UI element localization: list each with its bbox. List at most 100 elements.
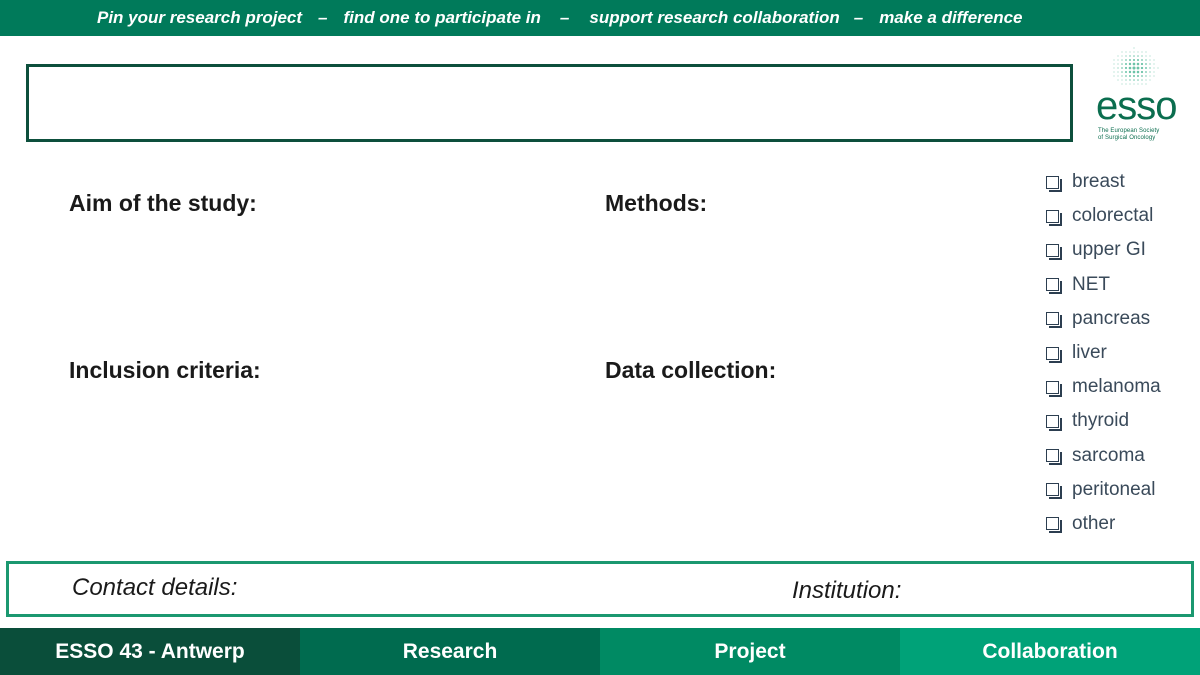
checklist-item[interactable]: sarcoma (1046, 439, 1161, 473)
logo-dot (1145, 75, 1147, 77)
logo-dot (1121, 79, 1123, 81)
checklist-item[interactable]: peritoneal (1046, 473, 1161, 507)
logo-dot (1149, 71, 1151, 73)
logo-dot (1141, 79, 1143, 81)
checkbox-icon[interactable] (1046, 278, 1062, 295)
logo-dot (1121, 75, 1123, 77)
logo-dot (1113, 71, 1115, 73)
logo-dot (1140, 66, 1144, 70)
checklist-item[interactable]: melanoma (1046, 370, 1161, 404)
checklist-item[interactable]: upper GI (1046, 233, 1161, 267)
checkbox-icon[interactable] (1046, 209, 1062, 226)
checkbox-icon[interactable] (1046, 483, 1062, 500)
checklist-item[interactable]: liver (1046, 336, 1161, 370)
checklist-label: NET (1072, 273, 1110, 295)
logo-dot (1137, 51, 1139, 53)
logo-dot (1113, 63, 1115, 65)
logo-dot (1121, 51, 1123, 53)
checklist-label: melanoma (1072, 376, 1161, 398)
logo-dot (1145, 67, 1147, 69)
logo-dot (1113, 67, 1115, 69)
checkbox-icon[interactable] (1046, 312, 1062, 329)
logo-dot (1125, 75, 1127, 77)
logo-dot (1149, 67, 1151, 69)
footer-bar: ESSO 43 - Antwerp Research Project Colla… (0, 628, 1200, 675)
checklist-item[interactable]: pancreas (1046, 302, 1161, 336)
checklist-item[interactable]: colorectal (1046, 199, 1161, 233)
logo-dot (1153, 75, 1155, 77)
logo-dot (1136, 74, 1140, 78)
checklist-label: liver (1072, 342, 1107, 364)
logo-dot (1121, 59, 1123, 61)
aim-heading: Aim of the study: (69, 190, 257, 216)
logo-word: esso (1096, 84, 1177, 128)
logo-dot (1124, 70, 1128, 74)
logo-dot (1145, 59, 1147, 61)
logo-subtitle-line: The European Society (1098, 128, 1160, 134)
banner-segment: support research collaboration (589, 8, 840, 27)
checklist-item[interactable]: NET (1046, 268, 1161, 302)
logo-dot (1128, 62, 1132, 66)
checklist-item[interactable]: breast (1046, 165, 1161, 199)
logo-dot (1136, 62, 1140, 66)
checkbox-icon[interactable] (1046, 175, 1062, 192)
logo-dot (1117, 75, 1119, 77)
checklist-label: thyroid (1072, 410, 1130, 432)
logo-dot (1132, 66, 1136, 70)
logo-dot (1133, 55, 1135, 57)
logo-dot (1153, 59, 1155, 61)
logo-dot (1136, 66, 1140, 70)
logo-dot (1132, 58, 1136, 62)
logo-dot (1132, 62, 1136, 66)
esso-logo-dots-icon (1113, 47, 1159, 85)
logo-dot (1132, 70, 1136, 74)
logo-dot (1117, 79, 1119, 81)
logo-dot (1125, 79, 1127, 81)
logo-dot (1113, 59, 1115, 61)
footer-cell-esso: ESSO 43 - Antwerp (0, 628, 300, 675)
logo-dot (1133, 51, 1135, 53)
logo-dot (1145, 79, 1147, 81)
topic-checklist: breast colorectal upper GI NET pancreas … (1046, 165, 1161, 541)
checkbox-icon[interactable] (1046, 414, 1062, 431)
logo-dot (1128, 66, 1132, 70)
logo-dot (1157, 67, 1159, 69)
checkbox-icon[interactable] (1046, 380, 1062, 397)
logo-dot (1145, 71, 1147, 73)
checkbox-icon[interactable] (1046, 517, 1062, 534)
checklist-label: peritoneal (1072, 478, 1156, 500)
logo-dot (1117, 55, 1119, 57)
logo-dot (1125, 51, 1127, 53)
checklist-item[interactable]: thyroid (1046, 404, 1161, 438)
banner-segment: find one to participate in (343, 8, 541, 27)
logo-dot (1145, 55, 1147, 57)
logo-dot (1129, 75, 1131, 77)
banner-segment: make a difference (879, 8, 1023, 27)
logo-dot (1125, 55, 1127, 57)
logo-dot (1149, 75, 1151, 77)
logo-dot (1117, 67, 1119, 69)
logo-dot (1121, 71, 1123, 73)
project-title-box[interactable] (26, 64, 1073, 142)
logo-dot (1124, 62, 1128, 66)
logo-dot (1137, 79, 1139, 81)
logo-dot (1129, 79, 1131, 81)
contact-box[interactable]: Contact details: Institution: (6, 561, 1194, 617)
checklist-item[interactable]: other (1046, 507, 1161, 541)
logo-dot (1153, 71, 1155, 73)
logo-dot (1136, 70, 1140, 74)
logo-dot (1121, 67, 1123, 69)
footer-cell-collaboration: Collaboration (900, 628, 1200, 675)
logo-dot (1117, 63, 1119, 65)
banner-segment: Pin your research project (97, 8, 303, 27)
inclusion-heading: Inclusion criteria: (69, 357, 261, 383)
checkbox-icon[interactable] (1046, 346, 1062, 363)
checkbox-icon[interactable] (1046, 449, 1062, 466)
data-collection-heading: Data collection: (605, 357, 777, 383)
checkbox-icon[interactable] (1046, 243, 1062, 260)
logo-dot (1140, 70, 1144, 74)
checklist-label: other (1072, 512, 1116, 534)
logo-dot (1133, 47, 1135, 49)
banner-separator: – (559, 8, 570, 27)
footer-cell-project: Project (600, 628, 900, 675)
